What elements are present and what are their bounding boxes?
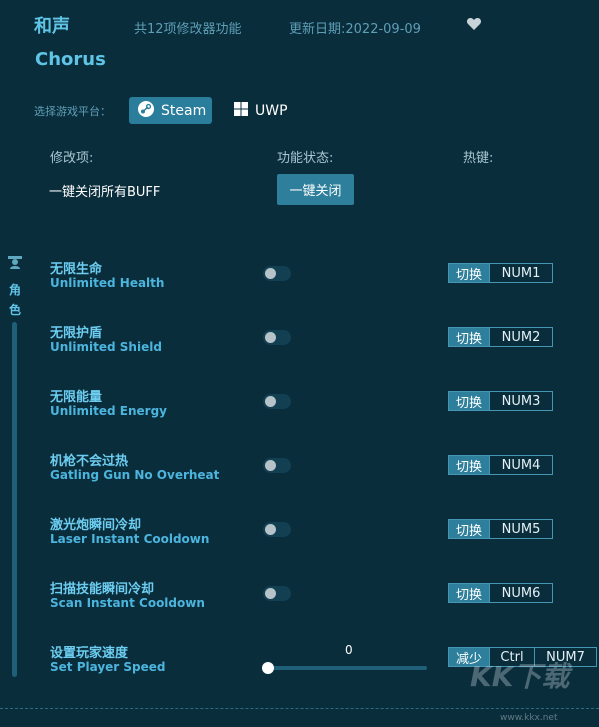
- cheat-toggle-unlimited-energy[interactable]: [263, 394, 291, 409]
- cheat-toggle-gatling-no-overheat[interactable]: [263, 458, 291, 473]
- cheat-toggle-unlimited-health[interactable]: [263, 266, 291, 281]
- hotkey-action: 切换: [449, 584, 489, 603]
- hotkey-scan-instant-cooldown[interactable]: 切换 NUM6: [448, 583, 553, 603]
- cheat-toggle-laser-instant-cooldown[interactable]: [263, 522, 291, 537]
- hotkey-unlimited-energy[interactable]: 切换 NUM3: [448, 391, 553, 411]
- platform-label: 选择游戏平台：: [34, 105, 111, 118]
- category-label[interactable]: 角 色: [8, 280, 22, 320]
- watermark-logo: KK下载: [470, 660, 570, 693]
- category-label-char-2: 色: [8, 303, 21, 317]
- hotkey-action: 切换: [449, 264, 489, 283]
- cheat-toggle-scan-instant-cooldown[interactable]: [263, 586, 291, 601]
- character-icon: [7, 254, 23, 270]
- column-header-status: 功能状态:: [277, 151, 334, 166]
- heart-icon[interactable]: [466, 16, 482, 32]
- cheat-name-en: Unlimited Energy: [50, 404, 167, 418]
- cheat-name-en: Scan Instant Cooldown: [50, 596, 205, 610]
- hotkey-key: NUM5: [489, 520, 552, 538]
- cheat-name-en: Unlimited Shield: [50, 340, 162, 354]
- hotkey-key: NUM1: [489, 264, 552, 282]
- hotkey-key: NUM6: [489, 584, 552, 602]
- hotkey-action: 切换: [449, 392, 489, 411]
- close-all-buff-button[interactable]: 一键关闭: [277, 174, 354, 205]
- cheat-name-en: Laser Instant Cooldown: [50, 532, 210, 546]
- game-title-cn: 和声: [34, 16, 70, 37]
- hotkey-laser-instant-cooldown[interactable]: 切换 NUM5: [448, 519, 553, 539]
- steam-label: Steam: [161, 102, 207, 119]
- game-title-en: Chorus: [35, 49, 106, 70]
- cheat-name-cn: 机枪不会过热: [50, 454, 129, 469]
- cheat-toggle-unlimited-shield[interactable]: [263, 330, 291, 345]
- speed-name-en: Set Player Speed: [50, 660, 166, 674]
- cheat-name-en: Gatling Gun No Overheat: [50, 468, 220, 482]
- hotkey-unlimited-shield[interactable]: 切换 NUM2: [448, 327, 553, 347]
- cheat-name-cn: 扫描技能瞬间冷却: [50, 582, 155, 597]
- watermark-url: www.kkx.net: [500, 713, 558, 723]
- hotkey-action: 切换: [449, 328, 489, 347]
- hotkey-key: NUM4: [489, 456, 552, 474]
- hotkey-key: NUM3: [489, 392, 552, 410]
- speed-value: 0: [345, 643, 353, 657]
- steam-icon: [137, 100, 155, 122]
- cheat-name-en: Unlimited Health: [50, 276, 165, 290]
- feature-count: 共12项修改器功能: [134, 22, 242, 37]
- cheat-name-cn: 无限生命: [50, 262, 103, 277]
- close-all-buff-label: 一键关闭所有BUFF: [49, 185, 161, 200]
- hotkey-unlimited-health[interactable]: 切换 NUM1: [448, 263, 553, 283]
- column-header-item: 修改项:: [50, 151, 94, 166]
- update-date: 更新日期:2022-09-09: [289, 22, 421, 37]
- footer-divider: [0, 708, 599, 709]
- sidebar-scrollbar[interactable]: [12, 322, 17, 677]
- hotkey-action: 切换: [449, 456, 489, 475]
- category-label-char-1: 角: [8, 283, 21, 297]
- hotkey-gatling-no-overheat[interactable]: 切换 NUM4: [448, 455, 553, 475]
- cheat-name-cn: 无限能量: [50, 390, 103, 405]
- cheat-name-cn: 激光炮瞬间冷却: [50, 518, 142, 533]
- speed-slider-track[interactable]: [267, 666, 427, 670]
- speed-name-cn: 设置玩家速度: [50, 646, 129, 661]
- column-header-hotkey: 热键:: [463, 151, 494, 166]
- windows-icon: [233, 101, 249, 121]
- hotkey-key: NUM2: [489, 328, 552, 346]
- uwp-label: UWP: [255, 102, 288, 119]
- cheat-name-cn: 无限护盾: [50, 326, 103, 341]
- platform-uwp-button[interactable]: UWP: [225, 97, 299, 124]
- platform-steam-button[interactable]: Steam: [129, 97, 212, 124]
- hotkey-action: 切换: [449, 520, 489, 539]
- speed-slider-thumb[interactable]: [262, 662, 274, 674]
